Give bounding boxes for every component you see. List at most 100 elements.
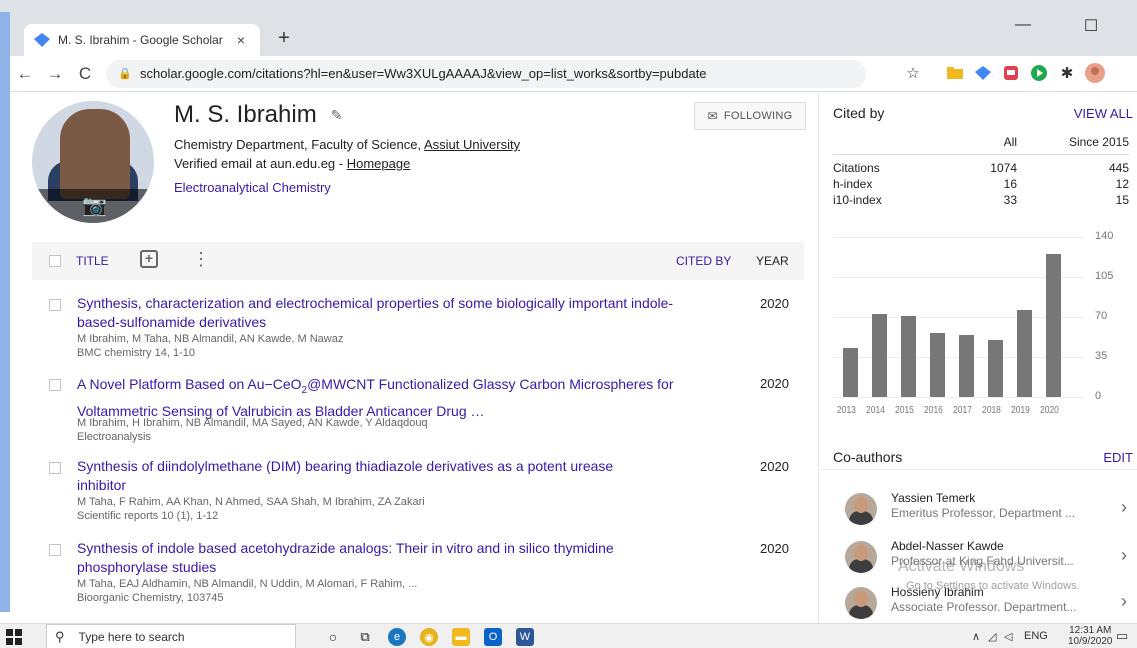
- file-explorer-icon[interactable]: ▬: [452, 628, 470, 646]
- avatar: [845, 587, 877, 619]
- chevron-right-icon: ›: [1121, 497, 1127, 517]
- coauthor-item[interactable]: Yassien Temerk Emeritus Professor, Depar…: [845, 491, 1131, 531]
- tray-up-icon[interactable]: ∧: [972, 630, 980, 643]
- profile-avatar-icon[interactable]: [1084, 62, 1106, 84]
- pocket-extension-icon[interactable]: [1000, 62, 1022, 84]
- stat-since: 12: [1115, 177, 1129, 191]
- taskbar-clock[interactable]: 12:31 AM 10/9/2020: [1068, 625, 1113, 647]
- profile-photo[interactable]: 📷: [32, 101, 154, 223]
- article-title[interactable]: Synthesis, characterization and electroc…: [77, 294, 677, 332]
- article-title[interactable]: Synthesis of diindolylmethane (DIM) bear…: [77, 457, 657, 495]
- back-button[interactable]: ←: [10, 64, 40, 84]
- envelope-icon: ✉: [707, 109, 718, 123]
- sort-by-title[interactable]: TITLE: [76, 254, 109, 268]
- row-checkbox[interactable]: [49, 299, 61, 311]
- chart-bar-2014[interactable]: [872, 313, 887, 397]
- chart-gridline: [833, 237, 1083, 238]
- new-tab-button[interactable]: +: [272, 26, 296, 50]
- chart-x-label: 2017: [953, 405, 972, 416]
- play-extension-icon[interactable]: [1028, 62, 1050, 84]
- folder-extension-icon[interactable]: [944, 62, 966, 84]
- extensions-puzzle-icon[interactable]: ✱: [1056, 62, 1078, 84]
- stat-label: i10-index: [833, 193, 882, 207]
- minimize-button[interactable]: —: [1008, 16, 1038, 34]
- stat-label: Citations: [833, 161, 880, 175]
- chart-bar-2013[interactable]: [843, 347, 858, 397]
- reload-button[interactable]: C: [70, 64, 100, 84]
- camera-icon[interactable]: 📷: [82, 193, 107, 218]
- search-icon: ⚲: [55, 628, 65, 644]
- task-view-icon[interactable]: ⧉: [356, 628, 374, 646]
- volume-icon[interactable]: ◁: [1004, 630, 1012, 643]
- add-article-icon[interactable]: +: [140, 250, 158, 268]
- window-edge: [0, 12, 10, 612]
- notification-icon[interactable]: ▭: [1116, 628, 1128, 644]
- article-year: 2020: [760, 296, 789, 311]
- bookmark-star-icon[interactable]: ☆: [902, 62, 924, 84]
- chart-x-label: 2016: [924, 405, 943, 416]
- stat-all: 33: [1003, 193, 1017, 207]
- more-options-icon[interactable]: ⋮: [192, 250, 210, 268]
- coauthors-title: Co-authors: [833, 449, 903, 465]
- chart-x-label: 2020: [1040, 405, 1059, 416]
- row-checkbox[interactable]: [49, 379, 61, 391]
- homepage-link[interactable]: Homepage: [347, 156, 411, 171]
- address-bar[interactable]: 🔒 scholar.google.com/citations?hl=en&use…: [106, 59, 866, 88]
- language-indicator[interactable]: ENG: [1024, 630, 1048, 642]
- edit-pencil-icon[interactable]: ✎: [331, 107, 343, 124]
- sidebar: Cited by VIEW ALL All Since 2015 Citatio…: [818, 93, 1137, 623]
- article-venue: Bioorganic Chemistry, 103745: [77, 592, 224, 604]
- email-text: Verified email at aun.edu.eg -: [174, 156, 347, 171]
- chart-bar-2015[interactable]: [901, 315, 916, 397]
- sort-by-cited[interactable]: CITED BY: [676, 254, 731, 268]
- taskbar-search[interactable]: ⚲ Type here to search: [46, 624, 296, 648]
- avatar: [845, 493, 877, 525]
- outlook-icon[interactable]: O: [484, 628, 502, 646]
- scholar-extension-icon[interactable]: [972, 62, 994, 84]
- tab-title: M. S. Ibrahim - Google Scholar: [58, 33, 223, 47]
- forward-button[interactable]: →: [40, 64, 70, 84]
- activate-windows-watermark: Activate Windows: [898, 558, 1025, 575]
- scholar-favicon-icon: [34, 33, 50, 47]
- interest-link[interactable]: Electroanalytical Chemistry: [174, 180, 331, 195]
- chart-bar-2020[interactable]: [1046, 254, 1061, 397]
- chrome-icon[interactable]: ◉: [420, 628, 438, 646]
- view-all-link[interactable]: VIEW ALL: [1074, 106, 1133, 121]
- clock-date: 10/9/2020: [1068, 636, 1113, 647]
- row-checkbox[interactable]: [49, 544, 61, 556]
- tab-close-icon[interactable]: ×: [232, 32, 250, 48]
- stat-all: 1074: [990, 161, 1017, 175]
- row-checkbox[interactable]: [49, 462, 61, 474]
- chevron-right-icon: ›: [1121, 545, 1127, 565]
- chart-x-label: 2015: [895, 405, 914, 416]
- word-icon[interactable]: W: [516, 628, 534, 646]
- stat-all: 16: [1003, 177, 1017, 191]
- cited-by-title: Cited by: [833, 105, 885, 121]
- chart-bar-2016[interactable]: [930, 333, 945, 397]
- maximize-button[interactable]: ☐: [1076, 16, 1106, 36]
- cortana-icon[interactable]: ○: [324, 628, 342, 646]
- edit-coauthors-link[interactable]: EDIT: [1103, 450, 1133, 465]
- stat-since: 445: [1108, 161, 1129, 175]
- coauthor-affiliation: Emeritus Professor, Department ...: [891, 506, 1076, 520]
- browser-tab[interactable]: M. S. Ibrahim - Google Scholar ×: [24, 24, 260, 56]
- article-title[interactable]: Synthesis of indole based acetohydrazide…: [77, 539, 637, 577]
- affiliation-text: Chemistry Department, Faculty of Science…: [174, 137, 424, 152]
- chart-y-tick: 35: [1095, 350, 1108, 362]
- windows-start-icon[interactable]: [6, 629, 22, 645]
- chart-bar-2018[interactable]: [988, 339, 1003, 397]
- network-icon[interactable]: ◿: [988, 630, 996, 643]
- scholar-page: 📷 M. S. Ibrahim ✎ Chemistry Department, …: [10, 93, 1137, 623]
- affiliation-link[interactable]: Assiut University: [424, 137, 520, 152]
- select-all-checkbox[interactable]: [49, 255, 61, 267]
- edge-icon[interactable]: e: [388, 628, 406, 646]
- chart-bar-2019[interactable]: [1017, 310, 1032, 397]
- citations-bar-chart: 140 105 70 35 0 2013 2014 2015 2016 2017 2018 2019 2…: [833, 230, 1133, 417]
- sort-by-year[interactable]: YEAR: [756, 254, 789, 268]
- following-button[interactable]: ✉ FOLLOWING: [694, 102, 806, 130]
- browser-toolbar: ← → C 🔒 scholar.google.com/citations?hl=…: [10, 56, 1137, 92]
- activate-windows-hint: Go to Settings to activate Windows.: [906, 580, 1080, 592]
- chart-bar-2017[interactable]: [959, 335, 974, 397]
- article-title[interactable]: A Novel Platform Based on Au−CeO2@MWCNT …: [77, 374, 677, 422]
- taskbar-search-placeholder: Type here to search: [78, 629, 185, 644]
